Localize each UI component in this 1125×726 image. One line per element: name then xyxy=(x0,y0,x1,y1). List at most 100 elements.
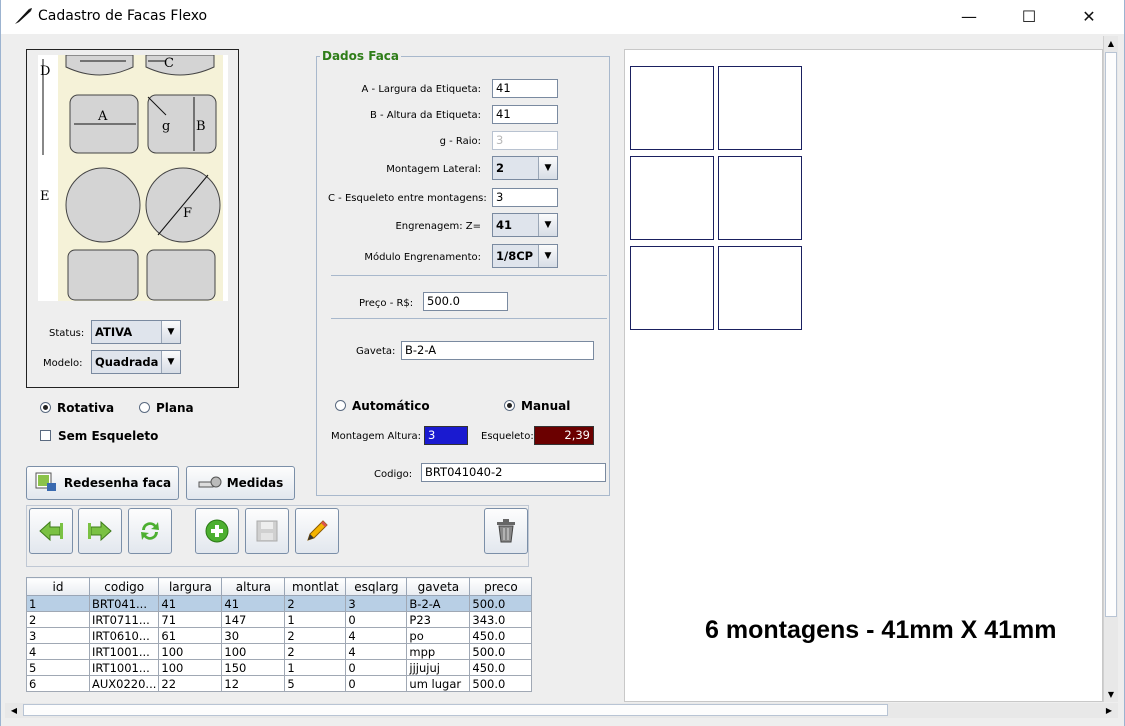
minimize-button[interactable]: — xyxy=(946,0,992,32)
table-cell: B-2-A xyxy=(406,595,471,612)
horizontal-scrollbar[interactable]: ◀ ▶ xyxy=(5,703,1118,718)
label-diagram: D C A g B E F xyxy=(38,55,228,301)
modelo-select[interactable]: Quadrada ▼ xyxy=(91,350,181,374)
automatico-radio[interactable] xyxy=(335,400,346,411)
raio-input[interactable]: 3 xyxy=(492,131,558,150)
arrow-left-icon xyxy=(39,520,63,542)
redesenha-faca-button[interactable]: Redesenha faca xyxy=(26,466,179,500)
table-row[interactable]: 4 IRT1001... 100 100 2 4 mpp 500.0 xyxy=(26,643,533,660)
label-square xyxy=(630,246,714,330)
montagem-lateral-value: 2 xyxy=(493,157,538,179)
save-button[interactable] xyxy=(245,508,289,554)
plus-circle-icon xyxy=(205,519,229,543)
refresh-button[interactable] xyxy=(128,508,172,554)
preco-input[interactable]: 500.0 xyxy=(423,292,508,311)
column-header-preco[interactable]: preco xyxy=(469,577,533,596)
table-cell: 343.0 xyxy=(469,611,533,628)
close-button[interactable]: ✕ xyxy=(1066,0,1112,32)
diagram-label-g: g xyxy=(162,119,170,134)
title-bar: Cadastro de Facas Flexo — ☐ ✕ xyxy=(1,0,1124,34)
automatico-label: Automático xyxy=(352,399,430,413)
plana-radio[interactable] xyxy=(139,402,150,413)
table-cell: 150 xyxy=(221,659,286,676)
montagem-lateral-label: Montagem Lateral: xyxy=(386,164,481,175)
vertical-scrollbar[interactable]: ▲ ▼ xyxy=(1103,36,1118,702)
column-header-gaveta[interactable]: gaveta xyxy=(406,577,471,596)
manual-radio[interactable] xyxy=(504,400,515,411)
medidas-button[interactable]: Medidas xyxy=(186,466,295,500)
table-row[interactable]: 3 IRT0610... 61 30 2 4 po 450.0 xyxy=(26,627,533,644)
scroll-down-icon[interactable]: ▼ xyxy=(1104,687,1118,701)
sem-esqueleto-label: Sem Esqueleto xyxy=(58,429,159,443)
chevron-down-icon: ▼ xyxy=(538,245,557,267)
table-row[interactable]: 1 BRT041... 41 41 2 3 B-2-A 500.0 xyxy=(26,595,533,612)
feather-icon xyxy=(13,7,33,28)
edit-button[interactable] xyxy=(295,508,339,554)
diagram-label-a: A xyxy=(97,109,108,124)
status-select[interactable]: ATIVA ▼ xyxy=(91,320,181,344)
table-cell: 4 xyxy=(345,643,408,660)
table-cell: 147 xyxy=(221,611,286,628)
modulo-select[interactable]: 1/8CP ▼ xyxy=(492,244,558,268)
table-cell: 2 xyxy=(284,595,347,612)
esqueleto-input[interactable]: 3 xyxy=(492,188,558,207)
table-cell: 4 xyxy=(345,627,408,644)
modelo-value: Quadrada xyxy=(92,351,161,373)
engrenagem-select[interactable]: 41 ▼ xyxy=(492,213,558,237)
preview-canvas: 6 montagens - 41mm X 41mm xyxy=(624,49,1103,702)
table-row[interactable]: 2 IRT0711... 71 147 1 0 P23 343.0 xyxy=(26,611,533,628)
vertical-scroll-thumb[interactable] xyxy=(1105,52,1117,617)
largura-input[interactable]: 41 xyxy=(492,79,558,98)
column-header-esqlarg[interactable]: esqlarg xyxy=(345,577,408,596)
column-header-largura[interactable]: largura xyxy=(158,577,223,596)
maximize-button[interactable]: ☐ xyxy=(1006,0,1052,32)
label-square xyxy=(630,66,714,150)
scroll-left-icon[interactable]: ◀ xyxy=(7,703,21,717)
delete-button[interactable] xyxy=(484,508,528,554)
table-cell: mpp xyxy=(406,643,471,660)
table-cell: 0 xyxy=(345,659,408,676)
scroll-up-icon[interactable]: ▲ xyxy=(1104,36,1118,50)
first-record-button[interactable] xyxy=(29,508,73,554)
table-cell: 0 xyxy=(345,675,408,692)
montagem-lateral-select[interactable]: 2 ▼ xyxy=(492,156,558,180)
table-row[interactable]: 5 IRT1001... 100 150 1 0 jjjujuj 450.0 xyxy=(26,659,533,676)
diagram-panel: D C A g B E F Status: ATIVA ▼ Modelo: Qu… xyxy=(26,49,239,388)
label-square xyxy=(718,66,802,150)
table-cell: 3 xyxy=(345,595,408,612)
table-cell: 61 xyxy=(158,627,223,644)
column-header-montlat[interactable]: montlat xyxy=(284,577,347,596)
table-cell: IRT1001... xyxy=(88,659,160,676)
codigo-input[interactable]: BRT041040-2 xyxy=(421,463,606,482)
table-header: id codigo largura altura montlat esqlarg gavet… xyxy=(26,577,533,596)
column-header-id[interactable]: id xyxy=(26,577,90,596)
table-cell: 2 xyxy=(284,643,347,660)
table-row[interactable]: 6 AUX0220... 22 12 5 0 um lugar 500.0 xyxy=(26,675,533,692)
esqueleto2-label: Esqueleto: xyxy=(481,431,534,442)
table-cell: 2 xyxy=(284,627,347,644)
last-record-button[interactable] xyxy=(78,508,122,554)
column-header-altura[interactable]: altura xyxy=(221,577,286,596)
esqueleto2-value: 2,39 xyxy=(534,426,594,445)
chevron-down-icon: ▼ xyxy=(161,321,180,343)
altura-input[interactable]: 41 xyxy=(492,105,558,124)
table-cell: 1 xyxy=(284,659,347,676)
add-button[interactable] xyxy=(195,508,239,554)
montagem-altura-input[interactable]: 3 xyxy=(424,426,468,445)
table-cell: 22 xyxy=(158,675,223,692)
table-cell: 100 xyxy=(158,659,223,676)
table-cell: 500.0 xyxy=(469,595,533,612)
modulo-label: Módulo Engrenamento: xyxy=(364,252,481,263)
column-header-codigo[interactable]: codigo xyxy=(88,577,160,596)
divider xyxy=(331,318,607,319)
table-cell: um lugar xyxy=(406,675,471,692)
chevron-down-icon: ▼ xyxy=(538,214,557,236)
gaveta-input[interactable]: B-2-A xyxy=(401,341,594,360)
scroll-right-icon[interactable]: ▶ xyxy=(1102,703,1116,717)
table-cell: 1 xyxy=(26,595,90,612)
horizontal-scroll-thumb[interactable] xyxy=(23,704,888,716)
sem-esqueleto-checkbox[interactable] xyxy=(40,430,51,441)
table-cell: 1 xyxy=(284,611,347,628)
preco-label: Preço - R$: xyxy=(359,298,414,309)
rotativa-radio[interactable] xyxy=(40,402,51,413)
